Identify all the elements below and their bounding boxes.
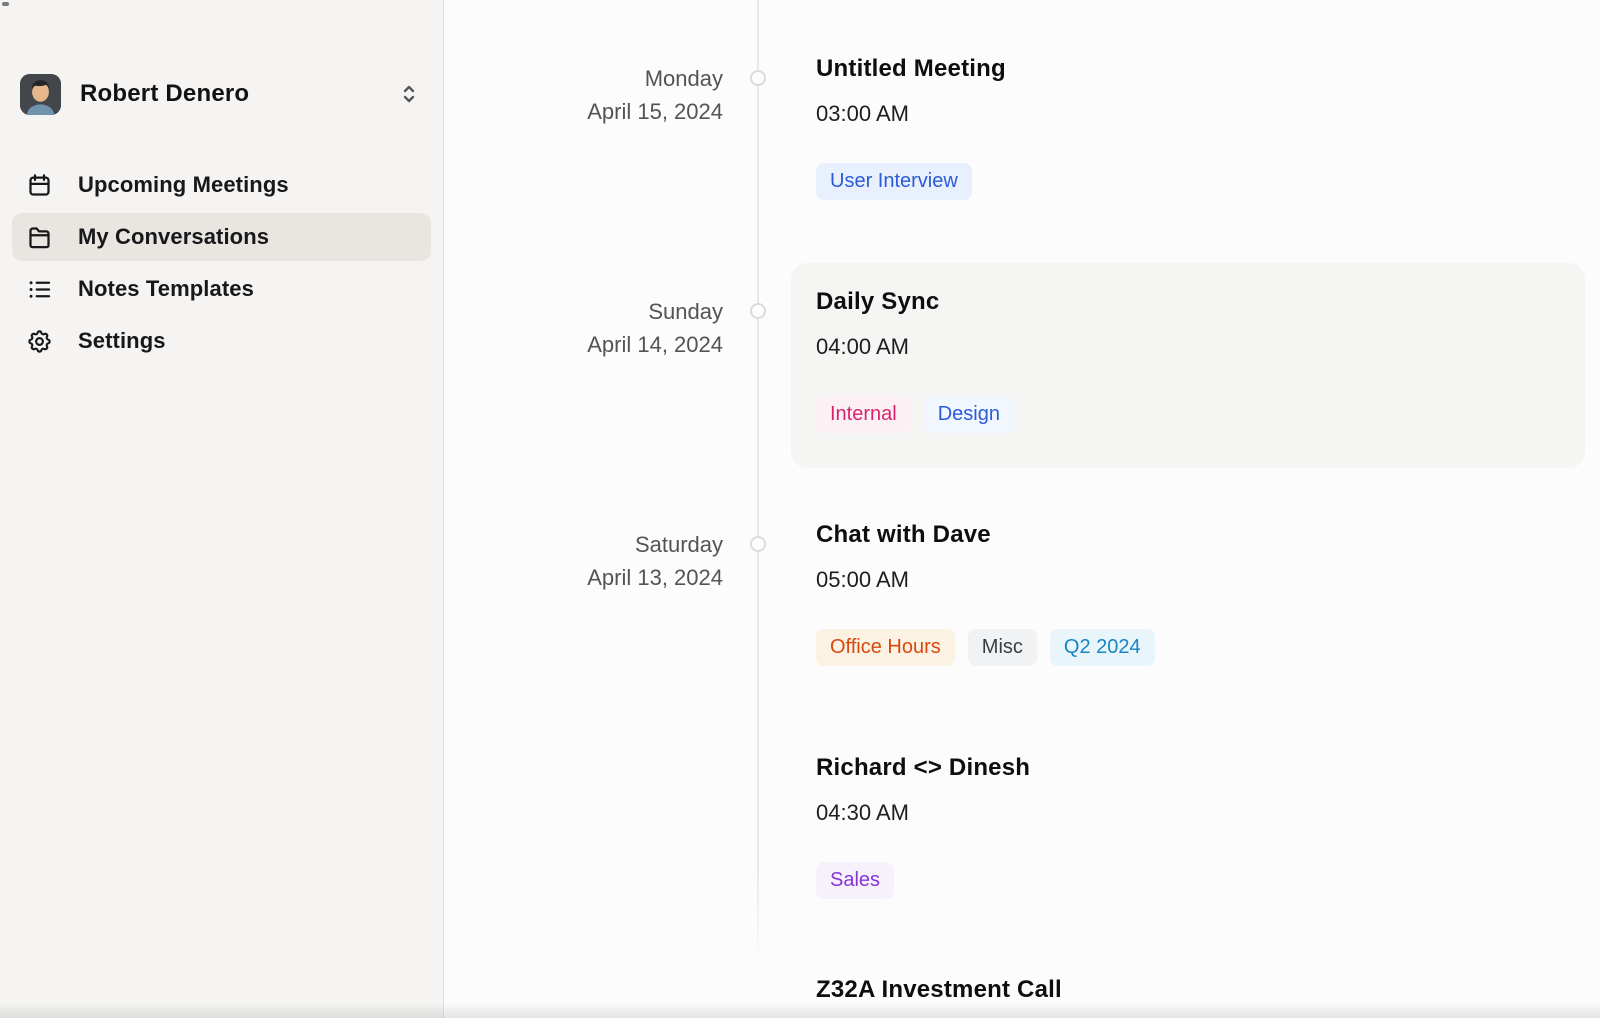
folder-icon: [26, 224, 53, 251]
date-label: April 13, 2024: [444, 561, 723, 594]
sidebar-item-label: Upcoming Meetings: [78, 172, 289, 198]
timeline-dot: [750, 536, 766, 552]
meetings-feed: Monday April 15, 2024 Untitled Meeting 0…: [444, 0, 1600, 1005]
timeline-dot: [750, 303, 766, 319]
meeting-time: 03:00 AM: [816, 100, 1585, 127]
tag-internal[interactable]: Internal: [816, 396, 911, 433]
meetings-column: Untitled Meeting 03:00 AM User Interview: [816, 54, 1600, 200]
sidebar: Robert Denero Upcoming Meetings: [0, 0, 444, 1018]
calendar-icon: [26, 172, 53, 199]
selector-icon[interactable]: [397, 82, 421, 106]
app-window: Robert Denero Upcoming Meetings: [0, 0, 1600, 1018]
meeting-title: Z32A Investment Call: [816, 975, 1585, 1005]
meeting-title: Chat with Dave: [816, 520, 1585, 550]
sidebar-nav: Upcoming Meetings My Conversations: [0, 161, 443, 365]
conversations-timeline: Monday April 15, 2024 Untitled Meeting 0…: [444, 0, 1600, 1018]
tag-sales[interactable]: Sales: [816, 862, 894, 899]
gear-icon: [26, 328, 53, 355]
avatar: [20, 74, 61, 115]
day-date: Sunday April 14, 2024: [444, 263, 723, 468]
weekday-label: Monday: [444, 62, 723, 95]
meeting-title: Untitled Meeting: [816, 54, 1585, 84]
tag-row: Office Hours Misc Q2 2024: [816, 629, 1585, 666]
sidebar-item-my-conversations[interactable]: My Conversations: [12, 213, 431, 261]
user-name: Robert Denero: [80, 80, 397, 108]
day-date: Monday April 15, 2024: [444, 54, 723, 200]
tag-row: User Interview: [816, 163, 1585, 200]
meeting-time: 04:00 AM: [816, 333, 1560, 360]
weekday-label: Saturday: [444, 528, 723, 561]
tag-office-hours[interactable]: Office Hours: [816, 629, 955, 666]
sidebar-item-settings[interactable]: Settings: [12, 317, 431, 365]
meeting-card-untitled-meeting[interactable]: Untitled Meeting 03:00 AM User Interview: [816, 54, 1585, 200]
tag-user-interview[interactable]: User Interview: [816, 163, 972, 200]
sidebar-item-label: Notes Templates: [78, 276, 254, 302]
timeline-dot: [750, 70, 766, 86]
date-label: April 14, 2024: [444, 328, 723, 361]
meeting-card-richard-dinesh[interactable]: Richard <> Dinesh 04:30 AM Sales: [816, 753, 1585, 899]
meetings-column: Daily Sync 04:00 AM Internal Design: [816, 263, 1600, 468]
meeting-title: Daily Sync: [816, 287, 1560, 317]
meeting-card-daily-sync[interactable]: Daily Sync 04:00 AM Internal Design: [791, 263, 1585, 468]
meeting-card-chat-with-dave[interactable]: Chat with Dave 05:00 AM Office Hours Mis…: [816, 520, 1585, 666]
tag-row: Sales: [816, 862, 1585, 899]
meetings-column: Chat with Dave 05:00 AM Office Hours Mis…: [816, 520, 1600, 1005]
tag-row: Internal Design: [816, 396, 1560, 433]
day-group: Monday April 15, 2024 Untitled Meeting 0…: [444, 54, 1600, 200]
sidebar-item-notes-templates[interactable]: Notes Templates: [12, 265, 431, 313]
tag-design[interactable]: Design: [924, 396, 1014, 433]
meeting-time: 04:30 AM: [816, 799, 1585, 826]
meeting-card-z32a-investment-call[interactable]: Z32A Investment Call: [816, 975, 1585, 1005]
sidebar-item-label: Settings: [78, 328, 166, 354]
window-corner-artifact: [2, 2, 9, 6]
tag-q2-2024[interactable]: Q2 2024: [1050, 629, 1155, 666]
day-group: Saturday April 13, 2024 Chat with Dave 0…: [444, 520, 1600, 1005]
tag-misc[interactable]: Misc: [968, 629, 1037, 666]
date-label: April 15, 2024: [444, 95, 723, 128]
sidebar-item-label: My Conversations: [78, 224, 269, 250]
day-group: Sunday April 14, 2024 Daily Sync 04:00 A…: [444, 263, 1600, 468]
account-switcher[interactable]: Robert Denero: [20, 73, 429, 115]
meeting-title: Richard <> Dinesh: [816, 753, 1585, 783]
list-icon: [26, 276, 53, 303]
weekday-label: Sunday: [444, 295, 723, 328]
meeting-time: 05:00 AM: [816, 566, 1585, 593]
day-date: Saturday April 13, 2024: [444, 520, 723, 1005]
sidebar-item-upcoming-meetings[interactable]: Upcoming Meetings: [12, 161, 431, 209]
